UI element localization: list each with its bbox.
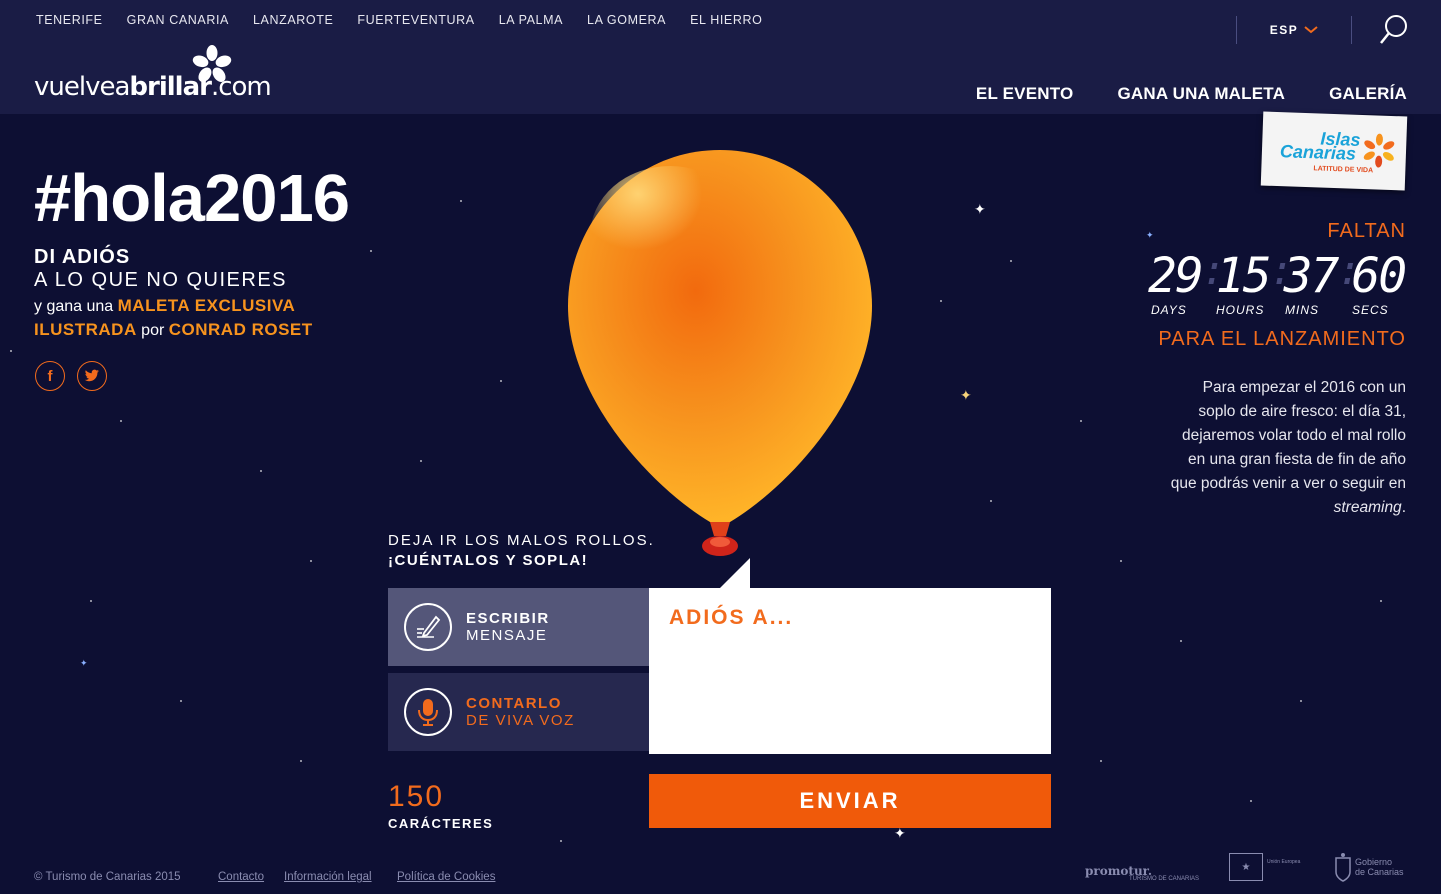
- microphone-icon: [404, 688, 452, 736]
- island-link-fuerteventura[interactable]: FUERTEVENTURA: [357, 13, 474, 27]
- hero-line-1: DI ADIÓS: [34, 246, 131, 268]
- island-link-gran-canaria[interactable]: GRAN CANARIA: [127, 13, 229, 27]
- character-count: 150: [388, 780, 445, 813]
- hero-line-2: A LO QUE NO QUIERES: [34, 269, 288, 291]
- gobierno-canarias-logo: Gobierno de Canarias: [1334, 852, 1404, 882]
- logo-text: vuelveabrillar.com: [34, 72, 272, 102]
- form-prompt-1: DEJA IR LOS MALOS ROLLOS.: [388, 532, 655, 549]
- site-header: TENERIFE GRAN CANARIA LANZAROTE FUERTEVE…: [0, 0, 1441, 114]
- footer-link-legal[interactable]: Información legal: [284, 871, 372, 883]
- eu-logo: ★ Unión Europea: [1229, 853, 1300, 881]
- language-label: ESP: [1269, 23, 1299, 37]
- countdown-hours: 15: [1215, 248, 1272, 304]
- unit-secs: SECS: [1352, 303, 1389, 317]
- countdown-top-label: FALTAN: [1327, 220, 1406, 242]
- promotur-logo: promotur. TURISMO DE CANARIAS: [1085, 864, 1200, 882]
- islas-canarias-badge[interactable]: Islas Canarias LATITUD DE VIDA: [1260, 111, 1408, 191]
- voice-option-label-2: DE VIVA VOZ: [466, 712, 575, 729]
- hero-line-3: y gana una MALETA EXCLUSIVA: [34, 296, 296, 315]
- main-nav: EL EVENTO GANA UNA MALETA GALERÍA: [932, 84, 1407, 104]
- footer-link-cookies[interactable]: Política de Cookies: [397, 871, 495, 883]
- island-link-la-palma[interactable]: LA PALMA: [499, 13, 563, 27]
- island-link-tenerife[interactable]: TENERIFE: [36, 13, 103, 27]
- hero-title: #hola2016: [34, 161, 350, 236]
- unit-days: DAYS: [1151, 303, 1187, 317]
- footer-link-contacto[interactable]: Contacto: [218, 871, 264, 883]
- write-option-label-1: ESCRIBIR: [466, 610, 550, 627]
- island-link-el-hierro[interactable]: EL HIERRO: [690, 13, 762, 27]
- voice-option-label-1: CONTARLO: [466, 695, 562, 712]
- character-count-label: CARÁCTERES: [388, 816, 494, 831]
- island-link-lanzarote[interactable]: LANZAROTE: [253, 13, 333, 27]
- unit-mins: MINS: [1285, 303, 1319, 317]
- facebook-icon[interactable]: f: [35, 361, 65, 391]
- copyright: © Turismo de Canarias 2015: [34, 871, 181, 883]
- countdown-timer: 29 : 15 : 37 : 60: [1148, 248, 1407, 304]
- canarias-flower-icon: [1363, 133, 1395, 168]
- form-prompt-2: ¡CUÉNTALOS Y SOPLA!: [388, 552, 589, 569]
- coat-of-arms-icon: [1335, 853, 1351, 882]
- badge-line2: Canarias: [1279, 141, 1357, 164]
- hero-line-4: ILUSTRADA por CONRAD ROSET: [34, 320, 313, 339]
- write-message-option[interactable]: ESCRIBIR MENSAJE: [388, 588, 649, 666]
- write-option-label-2: MENSAJE: [466, 627, 548, 644]
- nav-el-evento[interactable]: EL EVENTO: [976, 84, 1074, 104]
- send-button[interactable]: ENVIAR: [649, 774, 1051, 828]
- islands-nav: TENERIFE GRAN CANARIA LANZAROTE FUERTEVE…: [36, 13, 786, 27]
- island-link-la-gomera[interactable]: LA GOMERA: [587, 13, 666, 27]
- site-logo[interactable]: vuelveabrillar.com: [34, 44, 274, 106]
- countdown-bottom-label: PARA EL LANZAMIENTO: [1158, 328, 1406, 350]
- voice-message-option[interactable]: CONTARLO DE VIVA VOZ: [388, 673, 649, 751]
- chevron-down-icon: [1304, 26, 1318, 34]
- nav-gana-una-maleta[interactable]: GANA UNA MALETA: [1117, 84, 1285, 104]
- pen-icon: [404, 603, 452, 651]
- balloon-image: [568, 150, 872, 556]
- message-input[interactable]: [649, 588, 1051, 754]
- countdown-days: 29: [1148, 248, 1204, 304]
- countdown-secs: 60: [1351, 248, 1407, 304]
- event-description: Para empezar el 2016 con un soplo de air…: [1170, 379, 1406, 516]
- twitter-icon[interactable]: [77, 361, 107, 391]
- eu-stars-icon: ★: [1229, 853, 1263, 881]
- speech-notch: [718, 558, 750, 590]
- unit-hours: HOURS: [1216, 303, 1265, 317]
- countdown-mins: 37: [1283, 248, 1340, 304]
- nav-galeria[interactable]: GALERÍA: [1329, 84, 1407, 104]
- search-icon[interactable]: [1378, 14, 1408, 46]
- language-selector[interactable]: ESP: [1236, 16, 1352, 44]
